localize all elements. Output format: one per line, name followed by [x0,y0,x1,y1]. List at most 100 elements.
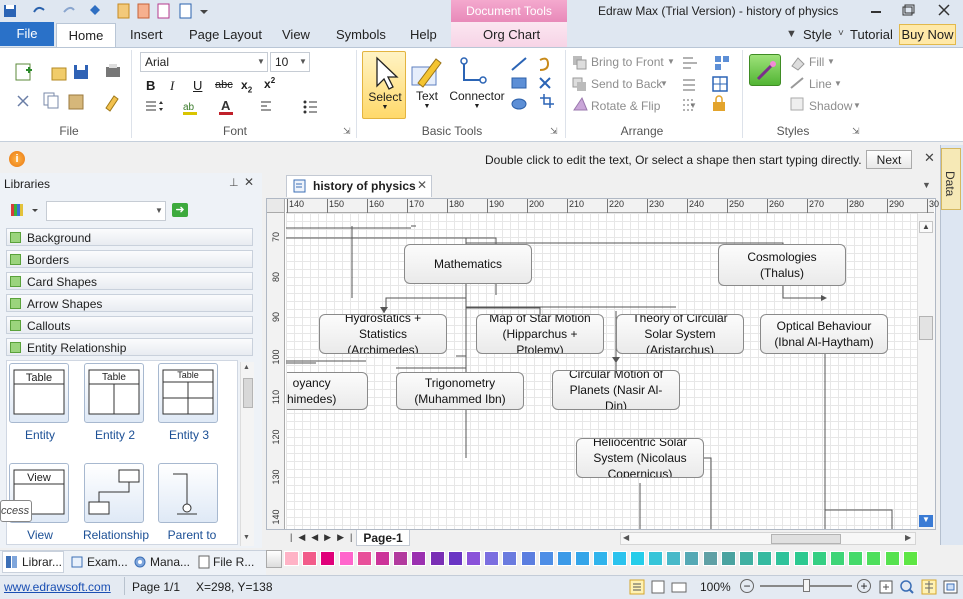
font-family-select[interactable]: Arial [140,52,268,72]
copy-icon[interactable] [40,92,62,112]
color-swatch[interactable] [356,551,372,566]
subscript-icon[interactable]: x2 [241,78,252,94]
line-spacing-icon[interactable] [143,96,169,118]
tab-symbols[interactable]: Symbols [336,27,386,42]
cross-tool-icon[interactable] [535,76,557,92]
library-color-picker-icon[interactable] [10,203,40,219]
document-tab-history-of-physics[interactable]: history of physics ✕ [286,175,432,197]
node-hydrostatics[interactable]: Hydrostatics + Statistics (Archimedes) [319,314,447,354]
format-painter-icon[interactable] [104,92,126,112]
color-swatch[interactable] [866,551,882,566]
page-nav-arrows[interactable]: |◀◀▶▶| [290,532,358,543]
grid-toggle-icon[interactable] [920,578,938,596]
color-swatch[interactable] [538,551,554,566]
panel-tab-examples[interactable]: Exam... [87,555,128,569]
undo-icon[interactable] [28,2,52,20]
arc-tool-icon[interactable] [535,54,557,72]
node-cosmologies[interactable]: Cosmologies (Thalus) [718,244,846,286]
ellipse-tool-icon[interactable] [508,96,530,114]
library-scrollbar[interactable]: ▲ ▼ [240,362,254,546]
color-swatch[interactable] [302,551,318,566]
color-swatch[interactable] [557,551,572,566]
node-circular-solar-theory[interactable]: Theory of Circular Solar System (Aristarch… [616,314,744,354]
color-swatch[interactable] [648,551,663,566]
rotate-flip-button[interactable]: Rotate & Flip [591,99,660,113]
line-tool-icon[interactable] [508,54,530,72]
color-swatch[interactable] [520,551,536,566]
canvas-hscroll-thumb[interactable] [771,534,841,544]
color-swatch[interactable] [666,551,682,566]
library-category-card-shapes[interactable]: Card Shapes [6,272,253,290]
color-swatch[interactable] [575,551,591,566]
font-dialog-launcher-icon[interactable]: ⇲ [343,126,351,137]
shape-entity-3[interactable]: Table [158,363,218,423]
zoom-window-icon[interactable] [898,578,916,596]
tutorial-link[interactable]: Tutorial [850,27,893,42]
bring-to-front-button[interactable]: Bring to Front [591,55,664,69]
align-icon[interactable] [259,96,285,118]
library-category-borders[interactable]: Borders [6,250,253,268]
node-optical-behaviour[interactable]: Optical Behaviour (Ibnal Al-Haytham) [760,314,888,354]
page-tab-1[interactable]: Page-1 [356,530,410,546]
full-screen-icon[interactable] [942,578,960,596]
panel-tab-file-recovery[interactable]: File R... [213,555,254,569]
fill-button[interactable]: Fill [809,55,824,69]
navigate-icon[interactable] [86,2,108,20]
tab-file[interactable]: File [0,22,54,46]
distribute-icon[interactable] [711,54,737,72]
document-list-dropdown-icon[interactable]: ▼ [922,180,931,190]
color-swatch[interactable] [393,551,409,566]
text-tool-button[interactable]: Text ▼ [408,51,446,119]
node-heliocentric[interactable]: Heliocentric Solar System (Nicolaus Copern… [576,438,704,478]
tab-insert[interactable]: Insert [130,27,163,42]
color-swatch[interactable] [320,551,336,566]
basic-tools-dialog-launcher-icon[interactable]: ⇲ [550,126,558,137]
color-swatch[interactable] [902,551,918,566]
color-swatch[interactable] [739,551,754,566]
crop-tool-icon[interactable] [535,96,557,114]
color-swatch[interactable] [502,551,518,566]
palette-menu-icon[interactable] [266,550,282,568]
paste-icon[interactable] [64,92,90,112]
scroll-up-icon[interactable]: ▲ [919,221,933,233]
font-color-icon[interactable] [217,96,247,118]
node-mathematics[interactable]: Mathematics [404,244,532,284]
data-panel-tab[interactable]: Data [941,148,961,210]
underline-icon[interactable]: U [193,78,202,93]
normal-view-icon[interactable] [628,578,646,596]
color-swatch[interactable] [338,551,354,566]
canvas-vscroll-thumb[interactable] [919,316,933,340]
center-icon[interactable] [681,98,707,116]
library-category-background[interactable]: Background [6,228,253,246]
close-window-button[interactable] [930,1,958,19]
color-swatch[interactable] [811,551,827,566]
library-category-entity-relationship[interactable]: Entity Relationship [6,338,253,356]
line-button[interactable]: Line [809,77,832,91]
group-icon[interactable] [711,76,737,94]
zoom-out-icon[interactable]: − [740,579,754,593]
color-swatch[interactable] [775,551,791,566]
lock-icon[interactable] [711,98,737,116]
pin-icon[interactable]: ⊥ [229,176,239,189]
color-swatch[interactable] [447,551,463,566]
fit-page-icon[interactable] [878,578,896,596]
color-swatch[interactable] [757,551,773,566]
select-tool-button[interactable]: Select ▼ [362,51,406,119]
shape-relationship[interactable] [84,463,144,523]
zoom-slider-thumb[interactable] [803,579,810,592]
canvas-horizontal-scrollbar[interactable]: ◀ ▶ [620,532,916,545]
tab-view[interactable]: View [282,27,310,42]
color-swatch[interactable] [830,551,845,566]
tab-org-chart[interactable]: Org Chart [483,27,540,42]
save-quick-icon[interactable] [2,2,20,20]
tab-page-layout[interactable]: Page Layout [189,27,262,42]
close-document-tab-icon[interactable]: ✕ [417,178,427,192]
library-scroll-thumb[interactable] [243,378,253,408]
rectangle-tool-icon[interactable] [508,76,530,92]
shape-parent-to[interactable] [158,463,218,523]
styles-dialog-launcher-icon[interactable]: ⇲ [852,126,860,137]
library-category-arrow-shapes[interactable]: Arrow Shapes [6,294,253,312]
color-swatch[interactable] [684,551,700,566]
open-icon[interactable] [50,62,70,82]
align-objects-icon[interactable] [681,54,707,72]
